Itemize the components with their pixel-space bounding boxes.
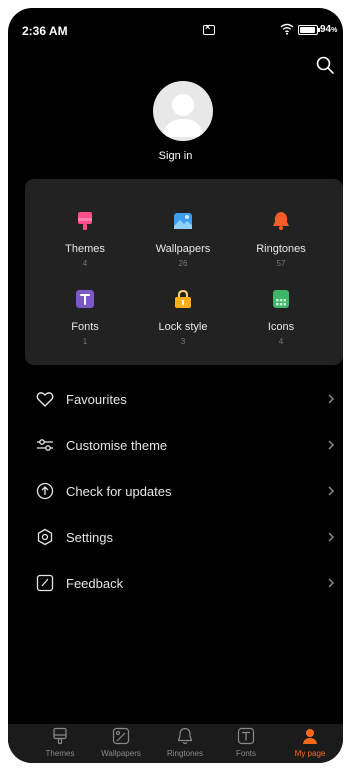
menu-item-label: Check for updates [66, 484, 172, 499]
tab-fonts[interactable]: Fonts [216, 724, 276, 763]
status-bar: 2:36 AM 94% [8, 8, 343, 48]
battery-percent-value: 94 [320, 24, 332, 35]
tab-label: Fonts [235, 749, 256, 758]
grid-item-count: 4 [82, 259, 88, 268]
menu-item-label: Customise theme [66, 438, 168, 453]
tab-my-page[interactable]: My page [280, 724, 340, 763]
heart-icon [36, 392, 54, 407]
user-avatar-icon[interactable] [153, 81, 213, 141]
grid-item-count: 4 [278, 337, 284, 346]
chevron-right-icon [328, 394, 335, 404]
themes-tab-icon [53, 727, 67, 745]
notification-icon [203, 22, 215, 35]
tab-label: My page [294, 749, 326, 758]
sign-in-button[interactable]: Sign in [8, 150, 343, 162]
grid-item-count: 57 [276, 259, 286, 268]
menu-item-feedback[interactable]: Feedback [30, 562, 338, 606]
my-page-tab-icon [303, 729, 317, 744]
menu-item-customise-theme[interactable]: Customise theme [30, 424, 338, 468]
wifi-icon [280, 23, 294, 35]
lock-style-icon [175, 289, 191, 308]
feedback-icon [36, 574, 54, 592]
battery-percent-unit: % [331, 27, 338, 34]
menu-item-label: Favourites [66, 392, 127, 407]
wallpapers-icon [174, 213, 192, 229]
phone-screen: 2:36 AM 94% Sign in Themes 4 [8, 8, 343, 763]
fonts-icon [76, 290, 94, 308]
menu-item-settings[interactable]: Settings [30, 516, 338, 560]
grid-item-count: 26 [178, 259, 188, 268]
tab-label: Wallpapers [101, 749, 141, 758]
grid-item-label: Lock style [158, 321, 208, 333]
tab-themes[interactable]: Themes [30, 724, 90, 763]
grid-item-label: Fonts [71, 321, 99, 333]
settings-icon [37, 528, 53, 546]
themes-icon [78, 212, 92, 230]
grid-item-label: Ringtones [256, 243, 306, 255]
tab-wallpapers[interactable]: Wallpapers [91, 724, 151, 763]
menu-item-label: Settings [66, 530, 113, 545]
fonts-tab-icon [237, 727, 255, 745]
chevron-right-icon [328, 532, 335, 542]
status-time: 2:36 AM [22, 24, 68, 38]
grid-item-label: Wallpapers [155, 243, 211, 255]
tab-label: Themes [45, 749, 75, 758]
grid-item-count: 1 [82, 337, 88, 346]
chevron-right-icon [328, 578, 335, 588]
battery-icon [298, 25, 320, 35]
grid-item-label: Icons [267, 321, 295, 333]
arrow-up-circle-icon [36, 482, 54, 500]
ringtones-icon [273, 212, 289, 230]
icons-icon [273, 290, 289, 308]
menu-item-label: Feedback [66, 576, 124, 591]
sliders-icon [37, 439, 53, 451]
grid-item-label: Themes [65, 243, 105, 255]
chevron-right-icon [328, 486, 335, 496]
menu-item-check-for-updates[interactable]: Check for updates [30, 470, 338, 514]
ringtones-tab-icon [177, 727, 193, 744]
battery-percent: 94% [320, 24, 337, 35]
grid-item-count: 3 [180, 337, 186, 346]
menu-item-favourites[interactable]: Favourites [30, 378, 338, 422]
search-icon[interactable] [314, 54, 336, 76]
chevron-right-icon [328, 440, 335, 450]
tab-ringtones[interactable]: Ringtones [155, 724, 215, 763]
content-grid-card: Themes 4 Wallpapers 26 Ringtones 57 Font… [25, 179, 343, 365]
bottom-navigation: Themes Wallpapers Ringtones Fonts My pag… [8, 724, 343, 763]
wallpapers-tab-icon [112, 727, 130, 745]
tab-label: Ringtones [166, 749, 204, 758]
